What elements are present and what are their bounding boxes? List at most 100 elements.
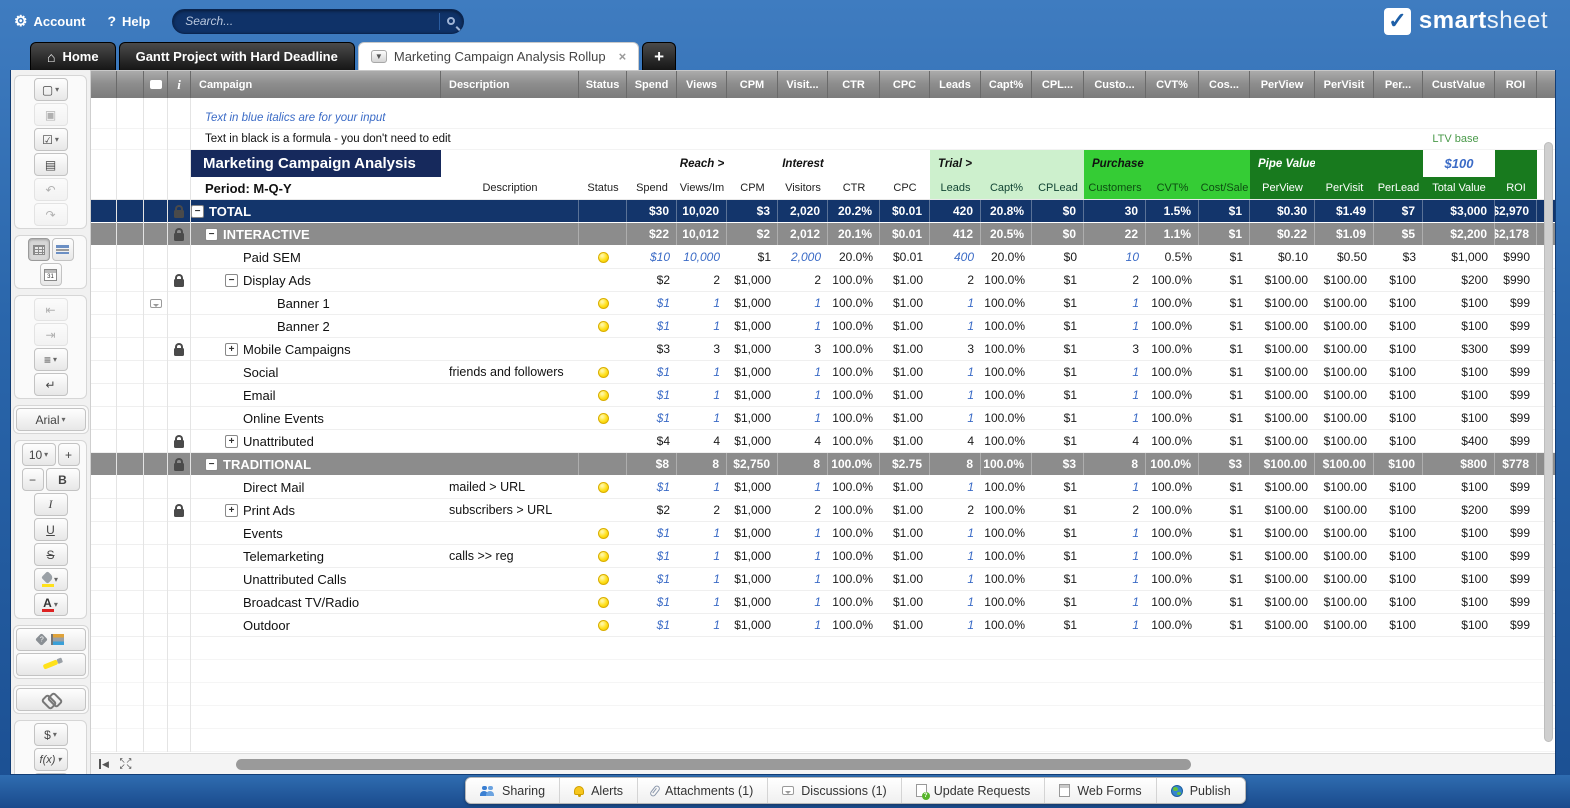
spend-cell[interactable]: $1 [627,384,677,406]
cpm-cell[interactable]: $1,000 [727,591,778,613]
status-cell[interactable] [579,223,627,245]
band-dark-1[interactable] [1315,150,1374,177]
cost-cell[interactable]: $1 [1199,407,1250,429]
cost-cell[interactable]: $1 [1199,476,1250,498]
roi-cell[interactable]: $99 [1495,545,1537,567]
cvt-cell[interactable]: 100.0% [1146,614,1199,636]
collapse-toggle[interactable]: − [225,274,238,287]
cpm-cell[interactable]: $1,000 [727,361,778,383]
cpc-cell[interactable]: $0.01 [880,223,930,245]
cost-cell[interactable]: $1 [1199,338,1250,360]
cpm-cell[interactable]: $2,750 [727,453,778,475]
cpc-cell[interactable]: $1.00 [880,407,930,429]
views-cell[interactable]: 1 [677,591,727,613]
cpm-cell[interactable]: $1,000 [727,407,778,429]
cpc-cell[interactable]: $1.00 [880,315,930,337]
spend-cell[interactable]: $1 [627,361,677,383]
perlead-cell[interactable]: $3 [1374,246,1423,268]
alerts-button[interactable]: Alerts [560,778,638,803]
customers-cell[interactable]: 30 [1084,200,1146,222]
customers-cell[interactable]: 1 [1084,614,1146,636]
col-header-rownum[interactable] [91,71,117,98]
views-cell[interactable]: 1 [677,568,727,590]
perlead-cell[interactable]: $100 [1374,338,1423,360]
print-button[interactable]: ▤ [34,153,68,176]
decrease-size-button[interactable]: − [22,468,44,491]
perlead-cell[interactable]: $100 [1374,361,1423,383]
perview-cell[interactable]: $100.00 [1250,453,1315,475]
cost-cell[interactable]: $1 [1199,591,1250,613]
cplead-cell[interactable]: $1 [1032,591,1084,613]
perlead-cell[interactable]: $100 [1374,522,1423,544]
leads-cell[interactable]: 1 [930,522,981,544]
highlight-button[interactable] [16,653,86,676]
visitors-cell[interactable]: 3 [778,338,828,360]
visitors-cell[interactable]: 2,000 [778,246,828,268]
customers-cell[interactable]: 8 [1084,453,1146,475]
comment-icon[interactable] [150,299,162,308]
customers-cell[interactable]: 10 [1084,246,1146,268]
visitors-cell[interactable]: 1 [778,568,828,590]
ctr-cell[interactable]: 100.0% [828,430,880,452]
campaign-name-cell[interactable]: −INTERACTIVE [191,223,441,245]
band-pipe-label[interactable]: Pipe Value [1250,150,1315,177]
perlead-cell[interactable]: $100 [1374,614,1423,636]
checkbox-menu-button[interactable]: ☑▾ [34,128,68,151]
update-requests-button[interactable]: ?Update Requests [902,778,1046,803]
description-cell[interactable] [441,522,579,544]
customers-cell[interactable]: 1 [1084,545,1146,567]
cpm-cell[interactable]: $1,000 [727,476,778,498]
band-dark-2[interactable] [1374,150,1423,177]
ctr-cell[interactable]: 100.0% [828,292,880,314]
field-label-spend[interactable]: Spend [627,177,677,199]
visitors-cell[interactable]: 8 [778,453,828,475]
col-header-infocol[interactable]: i [168,71,191,98]
cvt-cell[interactable]: 100.0% [1146,361,1199,383]
campaign-name-cell[interactable]: Direct Mail [191,476,441,498]
roi-cell[interactable]: $99 [1495,522,1537,544]
leads-cell[interactable]: 400 [930,246,981,268]
search-input[interactable] [185,14,432,28]
cpm-cell[interactable]: $2 [727,223,778,245]
tab-close-icon[interactable]: × [619,49,627,64]
field-label-views[interactable]: Views/Im [677,177,727,199]
pervisit-cell[interactable]: $100.00 [1315,476,1374,498]
ctr-cell[interactable]: 100.0% [828,499,880,521]
field-label-ctr[interactable]: CTR [828,177,880,199]
band-empty-cpm[interactable] [727,150,778,177]
ctr-cell[interactable]: 100.0% [828,545,880,567]
cpm-cell[interactable]: $1,000 [727,568,778,590]
cplead-cell[interactable]: $1 [1032,338,1084,360]
cost-cell[interactable]: $1 [1199,315,1250,337]
views-cell[interactable]: 1 [677,292,727,314]
collapse-toggle[interactable]: + [225,435,238,448]
perview-cell[interactable]: $100.00 [1250,361,1315,383]
custvalue-cell[interactable]: $100 [1423,568,1495,590]
capt-cell[interactable]: 100.0% [981,591,1032,613]
leads-cell[interactable]: 1 [930,292,981,314]
perlead-cell[interactable]: $100 [1374,591,1423,613]
campaign-name-cell[interactable]: Broadcast TV/Radio [191,591,441,613]
ctr-cell[interactable]: 20.2% [828,200,880,222]
leads-cell[interactable]: 1 [930,545,981,567]
status-cell[interactable] [579,292,627,314]
perview-cell[interactable]: $100.00 [1250,338,1315,360]
custvalue-cell[interactable]: $100 [1423,522,1495,544]
views-cell[interactable]: 3 [677,338,727,360]
ctr-cell[interactable]: 100.0% [828,407,880,429]
band-purchase-label[interactable]: Purchase [1084,150,1146,177]
description-cell[interactable] [441,223,579,245]
field-label-pervisit[interactable]: PerVisit [1315,177,1374,199]
custvalue-cell[interactable]: $800 [1423,453,1495,475]
cpc-cell[interactable]: $1.00 [880,545,930,567]
roi-cell[interactable]: $99 [1495,407,1537,429]
grid-view-button[interactable] [28,238,50,261]
customers-cell[interactable]: 1 [1084,292,1146,314]
spend-cell[interactable]: $4 [627,430,677,452]
col-header-leads[interactable]: Leads [930,71,981,98]
cost-cell[interactable]: $1 [1199,568,1250,590]
calendar-view-button[interactable]: 31 [40,263,62,286]
customers-cell[interactable]: 3 [1084,338,1146,360]
search-icon[interactable] [447,17,455,25]
views-cell[interactable]: 1 [677,407,727,429]
